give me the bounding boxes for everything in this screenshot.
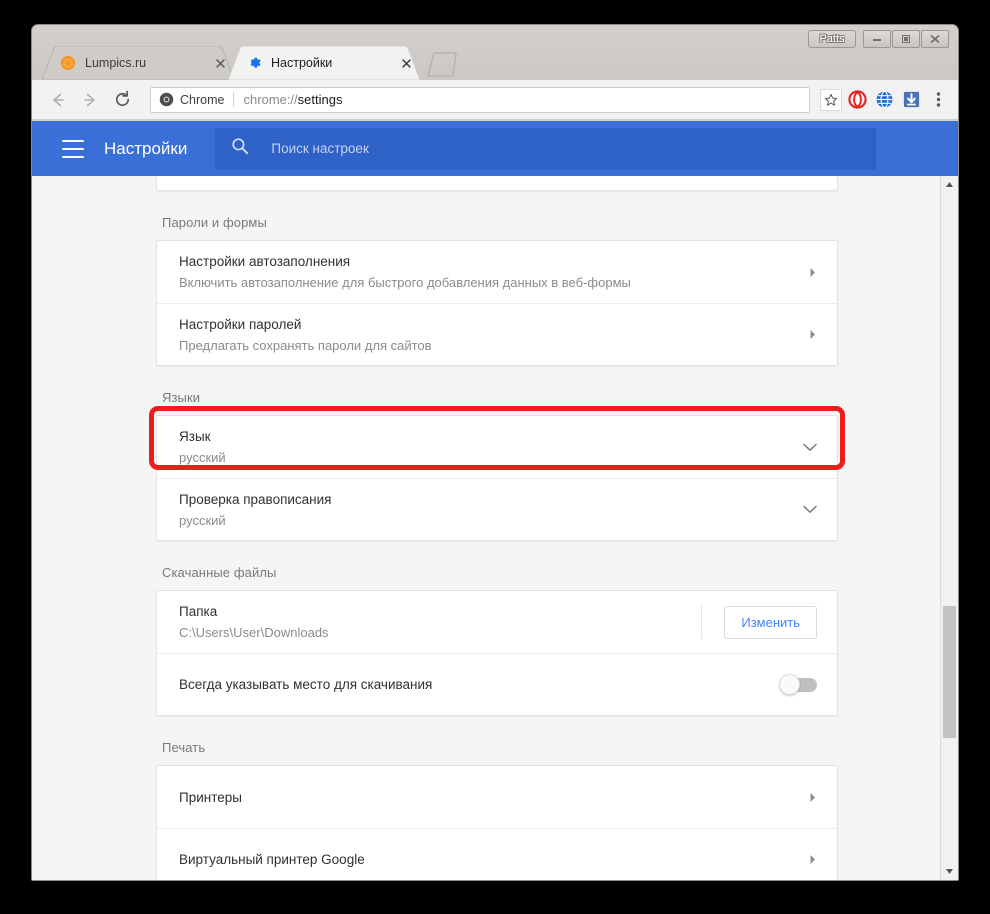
- omnibox-divider: [233, 92, 235, 107]
- scroll-down-icon[interactable]: [941, 863, 958, 880]
- chevron-right-icon[interactable]: [809, 854, 817, 865]
- row-language[interactable]: Язык русский: [157, 416, 837, 478]
- section-card-languages: Язык русский Проверка правописания русск…: [156, 415, 838, 541]
- row-title: Настройки автозаполнения: [179, 254, 351, 269]
- scroll-up-icon[interactable]: [941, 176, 958, 193]
- minimize-button[interactable]: [863, 30, 891, 48]
- previous-section-card-partial: [156, 176, 838, 191]
- back-arrow-icon[interactable]: [44, 86, 72, 114]
- profile-button[interactable]: Patts: [808, 30, 856, 48]
- browser-toolbar: Chrome chrome://settings: [32, 80, 958, 120]
- scrollbar-thumb[interactable]: [943, 606, 956, 738]
- row-google-cloud-print[interactable]: Виртуальный принтер Google: [157, 828, 837, 880]
- new-tab-button[interactable]: [426, 51, 460, 77]
- three-dot-menu-icon[interactable]: [926, 88, 950, 112]
- close-button[interactable]: [921, 30, 949, 48]
- row-subtitle: русский: [179, 512, 226, 528]
- tab-strip: Lumpics.ru Настройки: [42, 40, 460, 80]
- url-text: chrome://settings: [243, 92, 342, 107]
- address-bar[interactable]: Chrome chrome://settings: [150, 86, 810, 113]
- chevron-right-icon[interactable]: [809, 792, 817, 803]
- section-title-downloads: Скачанные файлы: [162, 565, 277, 580]
- reload-icon[interactable]: [108, 86, 136, 114]
- chevron-right-icon[interactable]: [809, 267, 817, 278]
- change-folder-button[interactable]: Изменить: [724, 605, 817, 639]
- globe-extension-icon[interactable]: [872, 88, 896, 112]
- download-extension-icon[interactable]: [899, 88, 923, 112]
- opera-extension-icon[interactable]: [845, 88, 869, 112]
- row-subtitle: C:\Users\User\Downloads: [179, 625, 329, 640]
- site-identity-chip[interactable]: Chrome: [159, 92, 224, 107]
- chrome-logo-icon: [159, 92, 174, 107]
- blue-gear-icon: [250, 57, 261, 68]
- section-card-downloads: Папка C:\Users\User\Downloads Изменить В…: [156, 590, 838, 716]
- row-download-folder: Папка C:\Users\User\Downloads Изменить: [157, 591, 837, 653]
- row-divider: [701, 605, 703, 639]
- search-input[interactable]: Поиск настроек: [215, 127, 876, 170]
- star-icon[interactable]: [820, 88, 842, 111]
- settings-header: Настройки Поиск настроек: [32, 121, 958, 176]
- hamburger-menu-icon[interactable]: [62, 139, 84, 158]
- row-title: Настройки паролей: [179, 316, 302, 332]
- row-title: Принтеры: [179, 789, 242, 805]
- settings-scroll-area: Пароли и формы Настройки автозаполнения …: [32, 176, 940, 880]
- chevron-down-icon[interactable]: [803, 443, 817, 452]
- url-path: settings: [297, 92, 343, 107]
- section-card-passwords: Настройки автозаполнения Включить автоза…: [156, 240, 838, 366]
- settings-content: Пароли и формы Настройки автозаполнения …: [32, 176, 958, 880]
- site-identity-label: Chrome: [180, 92, 225, 107]
- tab-close-icon[interactable]: [212, 55, 228, 71]
- row-password-settings[interactable]: Настройки паролей Предлагать сохранять п…: [157, 303, 837, 365]
- row-title: Всегда указывать место для скачивания: [179, 677, 433, 692]
- row-title: Язык: [179, 429, 211, 444]
- row-spellcheck[interactable]: Проверка правописания русский: [157, 478, 837, 540]
- tab-settings[interactable]: Настройки: [228, 46, 420, 80]
- section-title-languages: Языки: [162, 390, 201, 405]
- screenshot-root: Patts Lumpics.ru Настройки Chrome chrome…: [0, 0, 990, 914]
- vertical-scrollbar[interactable]: [940, 176, 958, 880]
- section-card-print: Принтеры Виртуальный принтер Google: [156, 765, 838, 880]
- tab-lumpics[interactable]: Lumpics.ru: [42, 46, 234, 80]
- section-title-print: Печать: [162, 740, 206, 755]
- row-ask-download-location[interactable]: Всегда указывать место для скачивания: [157, 653, 837, 715]
- chrome-browser-window: Patts Lumpics.ru Настройки Chrome chrome…: [31, 24, 959, 881]
- chevron-right-icon[interactable]: [809, 329, 817, 340]
- window-title-bar: Patts Lumpics.ru Настройки: [32, 25, 958, 80]
- window-controls: Patts: [808, 30, 949, 48]
- ask-download-location-toggle[interactable]: [779, 673, 817, 695]
- row-subtitle: Предлагать сохранять пароли для сайтов: [179, 337, 432, 353]
- row-title: Проверка правописания: [179, 491, 332, 507]
- toggle-knob: [779, 673, 800, 695]
- tab-title: Lumpics.ru: [85, 56, 147, 70]
- row-autofill-settings[interactable]: Настройки автозаполнения Включить автоза…: [157, 241, 837, 303]
- chevron-down-icon[interactable]: [803, 505, 817, 514]
- search-icon: [231, 137, 249, 160]
- row-title: Папка: [179, 604, 218, 619]
- search-placeholder: Поиск настроек: [271, 141, 369, 156]
- row-subtitle: Включить автозаполнение для быстрого доб…: [179, 275, 631, 290]
- row-title: Виртуальный принтер Google: [179, 852, 365, 867]
- orange-citrus-icon: [61, 56, 75, 70]
- row-subtitle: русский: [179, 450, 226, 465]
- url-scheme: chrome://: [243, 92, 298, 107]
- tab-close-icon[interactable]: [398, 55, 414, 71]
- page-title: Настройки: [104, 138, 188, 158]
- row-printers[interactable]: Принтеры: [157, 766, 837, 828]
- section-title-passwords: Пароли и формы: [162, 215, 267, 230]
- maximize-button[interactable]: [892, 30, 920, 48]
- tab-title: Настройки: [271, 56, 333, 70]
- forward-arrow-icon[interactable]: [76, 86, 104, 114]
